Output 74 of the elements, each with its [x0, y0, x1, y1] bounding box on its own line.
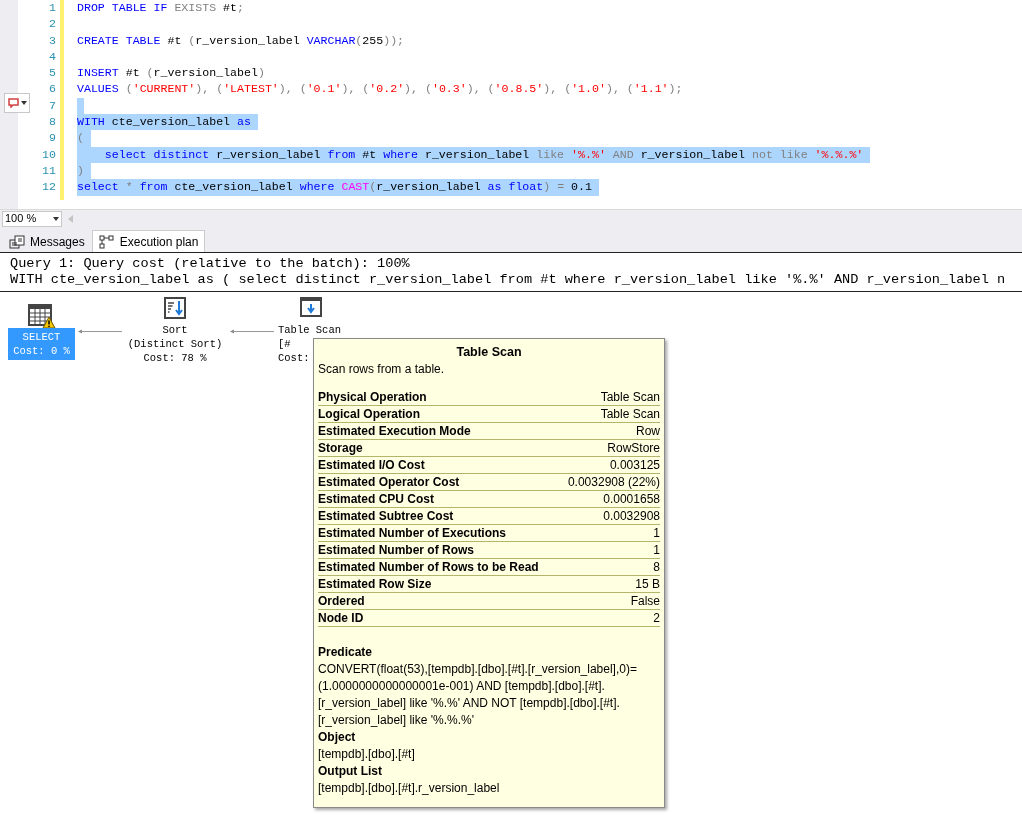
- comment-dropdown[interactable]: [4, 93, 30, 113]
- section-text: [tempdb].[dbo].[#t].r_version_label: [318, 780, 501, 797]
- property-value: Table Scan: [600, 406, 660, 422]
- property-value: False: [630, 593, 660, 609]
- node-label[interactable]: Cost: 78 %: [143, 351, 207, 365]
- code-line: CREATE TABLE #t (r_version_label VARCHAR(255));: [77, 32, 405, 49]
- node-label[interactable]: Sort: [162, 323, 188, 337]
- tooltip-description: Scan rows from a table.: [318, 361, 446, 378]
- line-number: 8: [49, 114, 56, 131]
- property-label: Estimated Number of Executions: [318, 525, 507, 541]
- line-number: 4: [49, 48, 56, 65]
- flow-arrow: [78, 329, 122, 334]
- property-label: Node ID: [318, 610, 364, 626]
- property-label: Estimated Row Size: [318, 576, 432, 592]
- line-number: 9: [49, 130, 56, 147]
- code-line: INSERT #t (r_version_label): [77, 65, 265, 82]
- property-value: 0.0001658: [603, 491, 660, 507]
- node-label[interactable]: Table Scan: [278, 323, 341, 337]
- property-value: 0.0032908: [603, 508, 660, 524]
- property-label: Estimated CPU Cost: [318, 491, 435, 507]
- property-value: 0.0032908 (22%): [567, 474, 660, 490]
- property-label: Estimated Subtree Cost: [318, 508, 454, 524]
- caret-icon: [20, 101, 27, 105]
- section-text: CONVERT(float(53),[tempdb].[dbo].[#t].[r_version_label],0)=(1.0000000000000001e-001) AND [tempdb].[dbo].[#t].[r_version_label] like '%.%' AND NOT [tempdb].[dbo].[#t].[r_version_label] like '%.%.%': [318, 661, 638, 729]
- property-value: 1: [653, 542, 660, 558]
- property-value: RowStore: [607, 440, 660, 456]
- property-label: Estimated Number of Rows: [318, 542, 475, 558]
- property-label: Physical Operation: [318, 389, 427, 405]
- node-label[interactable]: Cost:: [278, 351, 310, 365]
- comment-icon: [7, 98, 19, 108]
- zoom-combo[interactable]: 100 %: [2, 210, 62, 227]
- caret-icon: [53, 216, 59, 221]
- code-line: VALUES ('CURRENT'), ('LATEST'), ('0.1'), ('0.2'), ('0.3'), ('0.8.5'), ('1.0'), ('1.1');: [77, 81, 683, 98]
- section-heading: Output List: [318, 763, 383, 780]
- property-value: Row: [636, 423, 660, 439]
- messages-icon: [9, 235, 25, 249]
- property-value: Table Scan: [600, 389, 660, 405]
- property-label: Estimated Execution Mode: [318, 423, 471, 439]
- line-number: 3: [49, 32, 56, 49]
- property-value: 0.003125: [609, 457, 660, 473]
- line-number: 6: [49, 81, 56, 98]
- line-number: 12: [42, 179, 56, 196]
- flow-arrow: [230, 329, 274, 334]
- plan-icon: [98, 234, 115, 249]
- query-text: WITH cte_version_label as ( select distinct r_version_label from #t where r_version_label like '%.%' AND r_version_label n: [10, 272, 1007, 288]
- section-heading: Object: [318, 729, 357, 746]
- tooltip-title: Table Scan: [455, 344, 523, 361]
- code-line: DROP TABLE IF EXISTS #t;: [77, 0, 244, 16]
- property-value: 8: [653, 559, 660, 575]
- property-value: 1: [653, 525, 660, 541]
- line-number: 5: [49, 65, 56, 82]
- line-number: 2: [49, 16, 56, 33]
- node-label[interactable]: [#: [278, 337, 291, 351]
- property-value: 2: [653, 610, 660, 626]
- line-number: 7: [49, 97, 56, 114]
- property-label: Estimated Operator Cost: [318, 474, 460, 490]
- sort-icon: [164, 297, 186, 319]
- zoom-value: 100 %: [5, 211, 37, 227]
- property-label: Estimated Number of Rows to be Read: [318, 559, 539, 575]
- property-value: 15 B: [635, 576, 660, 592]
- section-heading: Predicate: [318, 644, 374, 661]
- line-number: 10: [42, 146, 56, 163]
- property-label: Storage: [318, 440, 363, 456]
- table-icon: [28, 304, 52, 326]
- query-text: Query 1: Query cost (relative to the batch): 100%: [10, 256, 411, 272]
- table-scan-icon: [300, 297, 322, 317]
- property-label: Ordered: [318, 593, 365, 609]
- property-label: Logical Operation: [318, 406, 420, 422]
- tab[interactable]: Execution plan: [91, 230, 206, 252]
- line-number: 11: [42, 162, 56, 179]
- property-label: Estimated I/O Cost: [318, 457, 425, 473]
- node-label[interactable]: (Distinct Sort): [127, 337, 223, 351]
- section-text: [tempdb].[dbo].[#t]: [318, 746, 416, 763]
- line-number: 1: [49, 0, 56, 16]
